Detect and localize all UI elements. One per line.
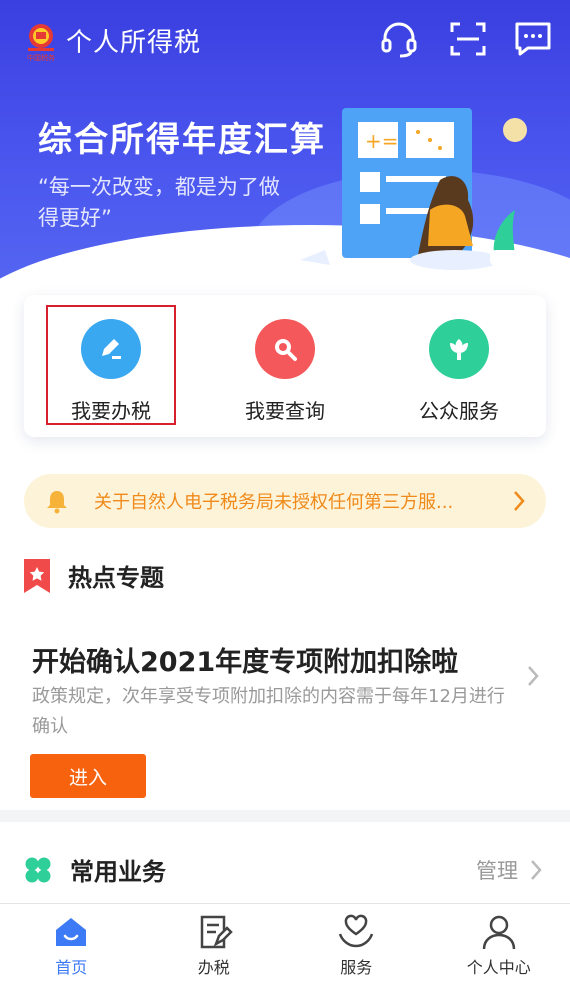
hot-topic-title[interactable]: 开始确认2021年度专项附加扣除啦 [32,640,458,679]
carousel-dot[interactable] [106,265,114,273]
quick-action-query[interactable]: 我要查询 [198,295,372,437]
app-title: 个人所得税 [66,28,202,58]
flower-icon [429,319,489,379]
carousel-dot[interactable] [88,265,96,273]
tab-label: 首页 [55,958,88,977]
chevron-right-icon [514,491,525,511]
document-edit-icon [200,915,233,949]
highlight-box [46,305,176,425]
carousel-dot[interactable] [38,265,60,273]
notice-bar[interactable]: 关于自然人电子税务局未授权任何第三方服... [24,474,546,528]
tab-home[interactable]: 首页 [0,904,143,981]
tax-emblem-icon: 中国税务 [22,22,60,62]
bookmark-star-icon [24,558,50,593]
emblem-text: 中国税务 [27,53,55,62]
manage-link[interactable]: 管理 [476,855,542,885]
headset-icon[interactable] [378,18,420,60]
quick-action-label: 我要查询 [245,399,325,423]
banner-illustration: += [300,108,527,270]
tab-label: 个人中心 [466,958,531,977]
clover-icon [25,857,51,882]
carousel-dot[interactable] [70,265,78,273]
top-bar: 中国税务 个人所得税 [0,0,570,80]
carousel-dots[interactable] [38,265,114,273]
banner-subtitle: “每一次改变，都是为了做得更好” [38,175,280,230]
bell-icon [47,491,67,514]
home-icon [56,918,87,946]
quick-action-public-service[interactable]: 公众服务 [372,295,546,437]
search-icon [255,319,315,379]
tab-tax[interactable]: 办税 [143,904,286,981]
tab-label: 办税 [197,958,230,977]
section-title: 热点专题 [68,564,164,592]
bottom-tab-bar: 首页 办税 服务 个人中心 [0,903,570,981]
hot-topics-header: 热点专题 [24,558,164,593]
chevron-right-icon [531,860,542,880]
section-divider [0,810,570,822]
tab-profile[interactable]: 个人中心 [428,904,570,981]
enter-button[interactable]: 进入 [30,754,146,798]
notice-text: 关于自然人电子税务局未授权任何第三方服... [94,492,454,513]
message-icon[interactable] [512,18,554,60]
heart-hands-icon [339,914,374,948]
manage-label: 管理 [476,859,518,883]
tab-service[interactable]: 服务 [285,904,428,981]
scan-icon[interactable] [447,18,489,60]
home-page: 中国税务 个人所得税 综合所得年度汇算 “每一次改变，都是为了做得更好” += … [0,0,570,981]
hot-topic-description: 政策规定，次年享受专项附加扣除的内容需于每年12月进行确认 [32,686,505,737]
svg-text:+=: += [365,129,399,153]
section-title: 常用业务 [70,858,166,886]
common-services-header: 常用业务 [24,852,166,887]
quick-action-label: 公众服务 [419,399,499,423]
tab-label: 服务 [340,958,373,977]
user-icon [482,915,515,950]
chevron-right-icon[interactable] [526,664,540,688]
